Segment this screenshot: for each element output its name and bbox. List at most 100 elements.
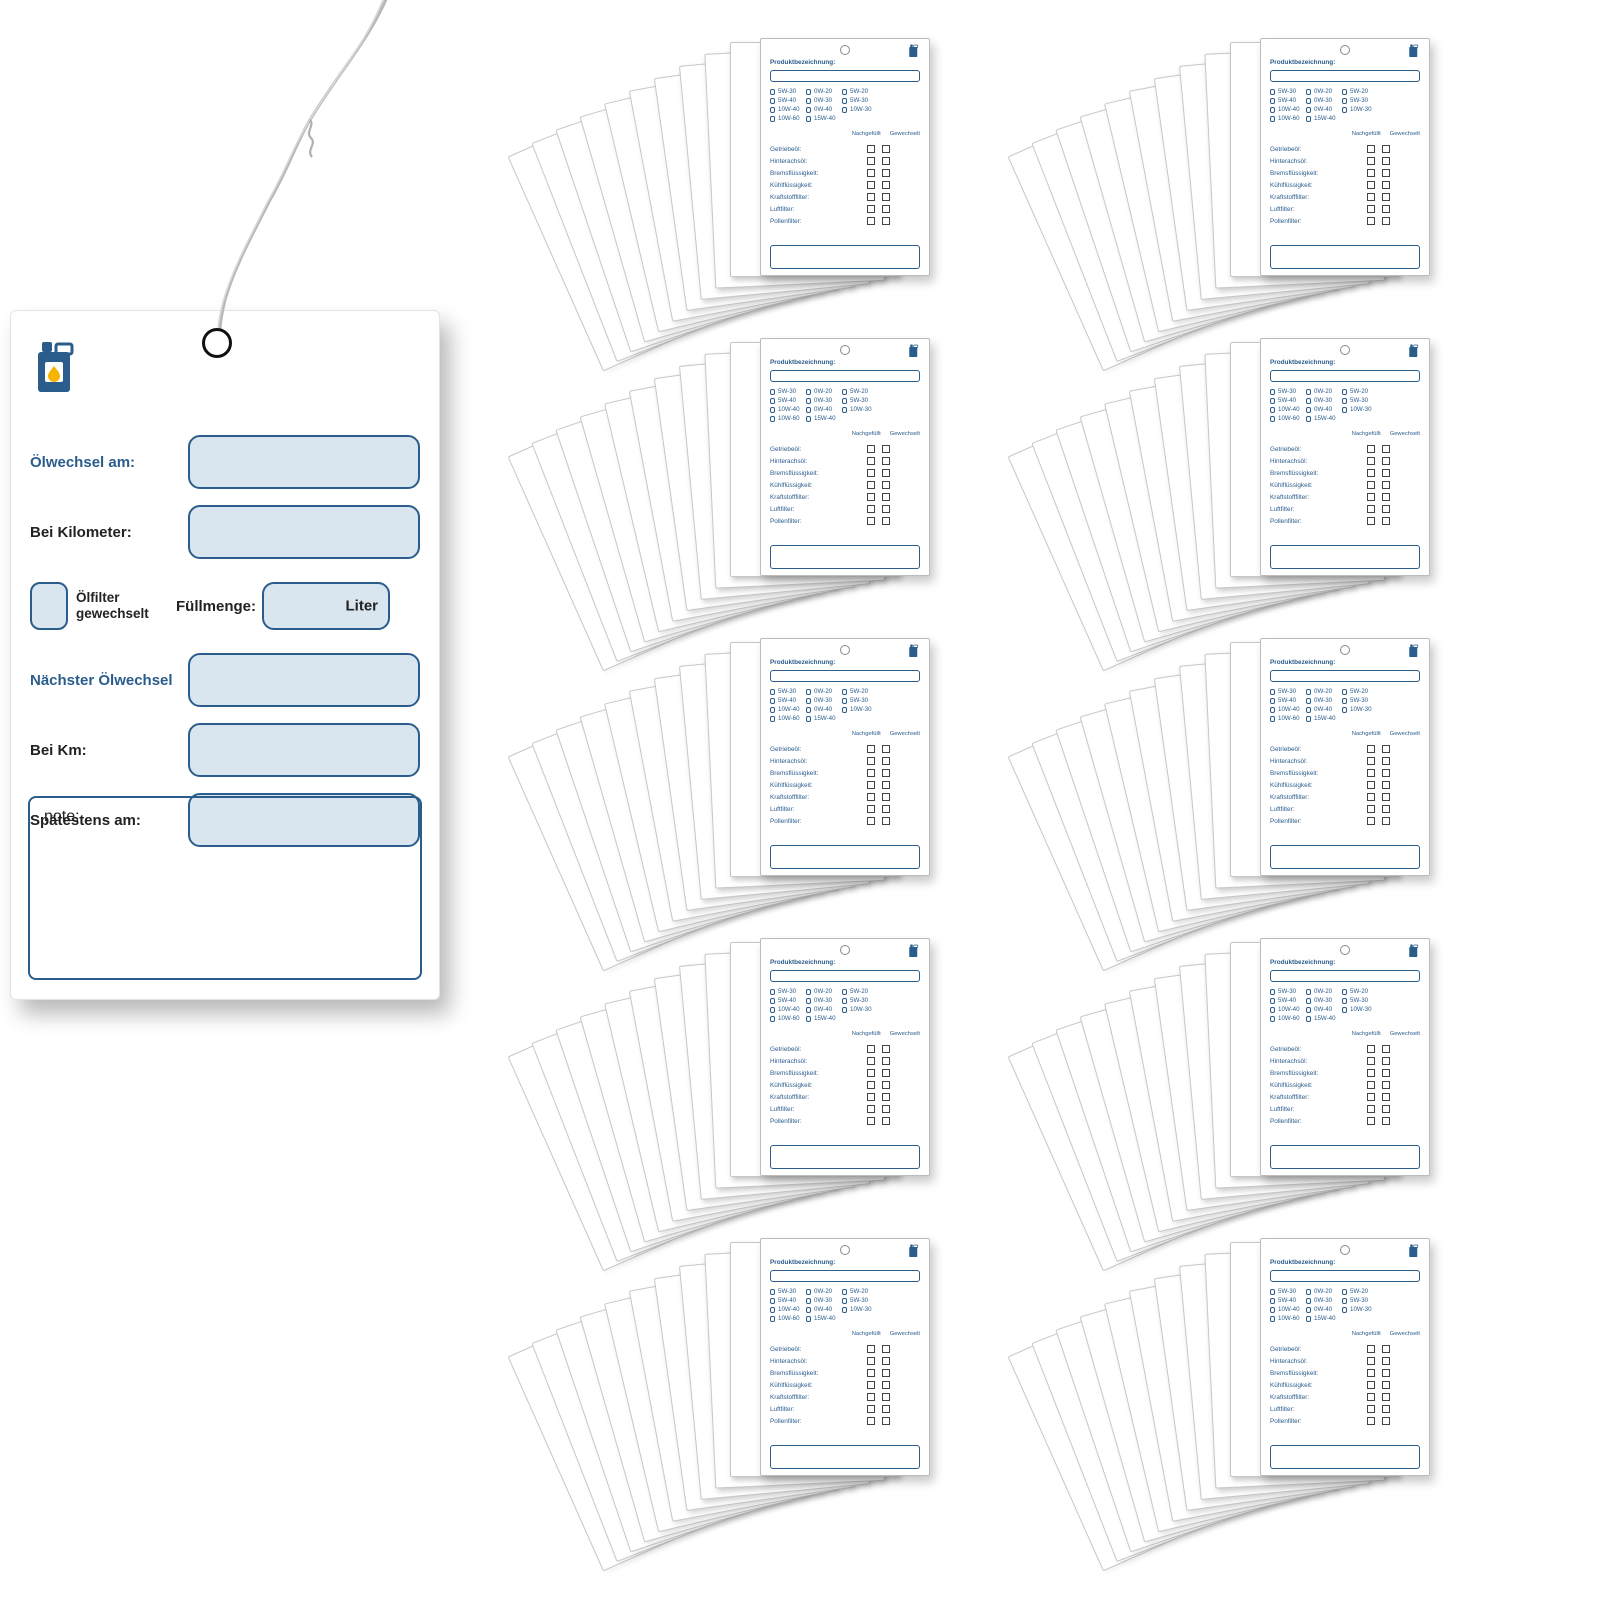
checkbox-grade[interactable] <box>1270 1007 1275 1013</box>
checkbox-changed[interactable] <box>882 781 890 789</box>
checkbox-refilled[interactable] <box>867 1357 875 1365</box>
checkbox-refilled[interactable] <box>1367 781 1375 789</box>
checkbox-changed[interactable] <box>882 1381 890 1389</box>
checkbox-refilled[interactable] <box>867 1057 875 1065</box>
checkbox-changed[interactable] <box>882 1357 890 1365</box>
checkbox-refilled[interactable] <box>867 181 875 189</box>
checkbox-refilled[interactable] <box>867 1117 875 1125</box>
checkbox-changed[interactable] <box>1382 1081 1390 1089</box>
checkbox-grade[interactable] <box>770 716 775 722</box>
input-oilchange-date[interactable] <box>188 435 420 489</box>
checkbox-grade[interactable] <box>1306 107 1311 113</box>
checkbox-grade[interactable] <box>1342 1007 1347 1013</box>
checkbox-grade[interactable] <box>806 416 811 422</box>
checkbox-grade[interactable] <box>842 107 847 113</box>
checkbox-grade[interactable] <box>770 107 775 113</box>
checkbox-changed[interactable] <box>1382 769 1390 777</box>
checkbox-grade[interactable] <box>1342 698 1347 704</box>
checkbox-refilled[interactable] <box>1367 1105 1375 1113</box>
checkbox-refilled[interactable] <box>867 469 875 477</box>
checkbox-changed[interactable] <box>1382 205 1390 213</box>
checkbox-grade[interactable] <box>1306 698 1311 704</box>
checkbox-grade[interactable] <box>842 1307 847 1313</box>
checkbox-grade[interactable] <box>1306 407 1311 413</box>
checkbox-changed[interactable] <box>882 1069 890 1077</box>
checkbox-refilled[interactable] <box>867 1393 875 1401</box>
checkbox-grade[interactable] <box>1270 998 1275 1004</box>
checkbox-grade[interactable] <box>842 1298 847 1304</box>
checkbox-grade[interactable] <box>1270 698 1275 704</box>
checkbox-grade[interactable] <box>1270 389 1275 395</box>
checkbox-changed[interactable] <box>1382 517 1390 525</box>
checkbox-grade[interactable] <box>806 698 811 704</box>
checkbox-grade[interactable] <box>1270 1298 1275 1304</box>
checkbox-changed[interactable] <box>882 493 890 501</box>
checkbox-refilled[interactable] <box>1367 745 1375 753</box>
checkbox-changed[interactable] <box>882 1081 890 1089</box>
checkbox-changed[interactable] <box>882 1045 890 1053</box>
checkbox-refilled[interactable] <box>867 1381 875 1389</box>
checkbox-refilled[interactable] <box>1367 193 1375 201</box>
checkbox-changed[interactable] <box>882 1405 890 1413</box>
checkbox-grade[interactable] <box>1306 398 1311 404</box>
checkbox-grade[interactable] <box>806 998 811 1004</box>
checkbox-refilled[interactable] <box>1367 1117 1375 1125</box>
checkbox-grade[interactable] <box>806 1016 811 1022</box>
checkbox-refilled[interactable] <box>1367 1417 1375 1425</box>
checkbox-refilled[interactable] <box>867 805 875 813</box>
checkbox-grade[interactable] <box>1306 1298 1311 1304</box>
checkbox-grade[interactable] <box>842 398 847 404</box>
checkbox-refilled[interactable] <box>867 1417 875 1425</box>
checkbox-changed[interactable] <box>882 517 890 525</box>
checkbox-grade[interactable] <box>842 1007 847 1013</box>
checkbox-refilled[interactable] <box>867 1045 875 1053</box>
checkbox-refilled[interactable] <box>867 217 875 225</box>
checkbox-refilled[interactable] <box>1367 493 1375 501</box>
checkbox-refilled[interactable] <box>1367 805 1375 813</box>
checkbox-changed[interactable] <box>882 445 890 453</box>
checkbox-changed[interactable] <box>882 193 890 201</box>
checkbox-grade[interactable] <box>842 998 847 1004</box>
checkbox-grade[interactable] <box>1306 716 1311 722</box>
checkbox-changed[interactable] <box>1382 445 1390 453</box>
checkbox-refilled[interactable] <box>1367 817 1375 825</box>
input-fill-amount[interactable]: Liter <box>262 582 390 630</box>
checkbox-grade[interactable] <box>770 116 775 122</box>
checkbox-grade[interactable] <box>1342 707 1347 713</box>
checkbox-grade[interactable] <box>842 407 847 413</box>
checkbox-refilled[interactable] <box>867 1093 875 1101</box>
checkbox-changed[interactable] <box>1382 493 1390 501</box>
checkbox-changed[interactable] <box>882 217 890 225</box>
checkbox-grade[interactable] <box>770 1289 775 1295</box>
checkbox-changed[interactable] <box>882 1105 890 1113</box>
checkbox-grade[interactable] <box>806 689 811 695</box>
checkbox-grade[interactable] <box>1342 98 1347 104</box>
checkbox-grade[interactable] <box>1270 1016 1275 1022</box>
checkbox-refilled[interactable] <box>867 1105 875 1113</box>
checkbox-grade[interactable] <box>1342 389 1347 395</box>
checkbox-grade[interactable] <box>842 89 847 95</box>
checkbox-grade[interactable] <box>1306 1289 1311 1295</box>
checkbox-changed[interactable] <box>882 805 890 813</box>
checkbox-changed[interactable] <box>1382 757 1390 765</box>
checkbox-grade[interactable] <box>770 989 775 995</box>
checkbox-grade[interactable] <box>806 398 811 404</box>
checkbox-changed[interactable] <box>882 181 890 189</box>
checkbox-changed[interactable] <box>882 145 890 153</box>
checkbox-refilled[interactable] <box>867 445 875 453</box>
checkbox-refilled[interactable] <box>867 1069 875 1077</box>
checkbox-grade[interactable] <box>842 1289 847 1295</box>
checkbox-changed[interactable] <box>882 1117 890 1125</box>
checkbox-changed[interactable] <box>1382 1345 1390 1353</box>
checkbox-changed[interactable] <box>882 1093 890 1101</box>
checkbox-changed[interactable] <box>1382 1093 1390 1101</box>
checkbox-grade[interactable] <box>1270 107 1275 113</box>
checkbox-refilled[interactable] <box>1367 1093 1375 1101</box>
checkbox-changed[interactable] <box>882 1345 890 1353</box>
checkbox-changed[interactable] <box>1382 1117 1390 1125</box>
input-product-name[interactable] <box>770 970 920 982</box>
checkbox-grade[interactable] <box>842 98 847 104</box>
checkbox-refilled[interactable] <box>1367 217 1375 225</box>
checkbox-refilled[interactable] <box>867 169 875 177</box>
input-km[interactable] <box>188 505 420 559</box>
